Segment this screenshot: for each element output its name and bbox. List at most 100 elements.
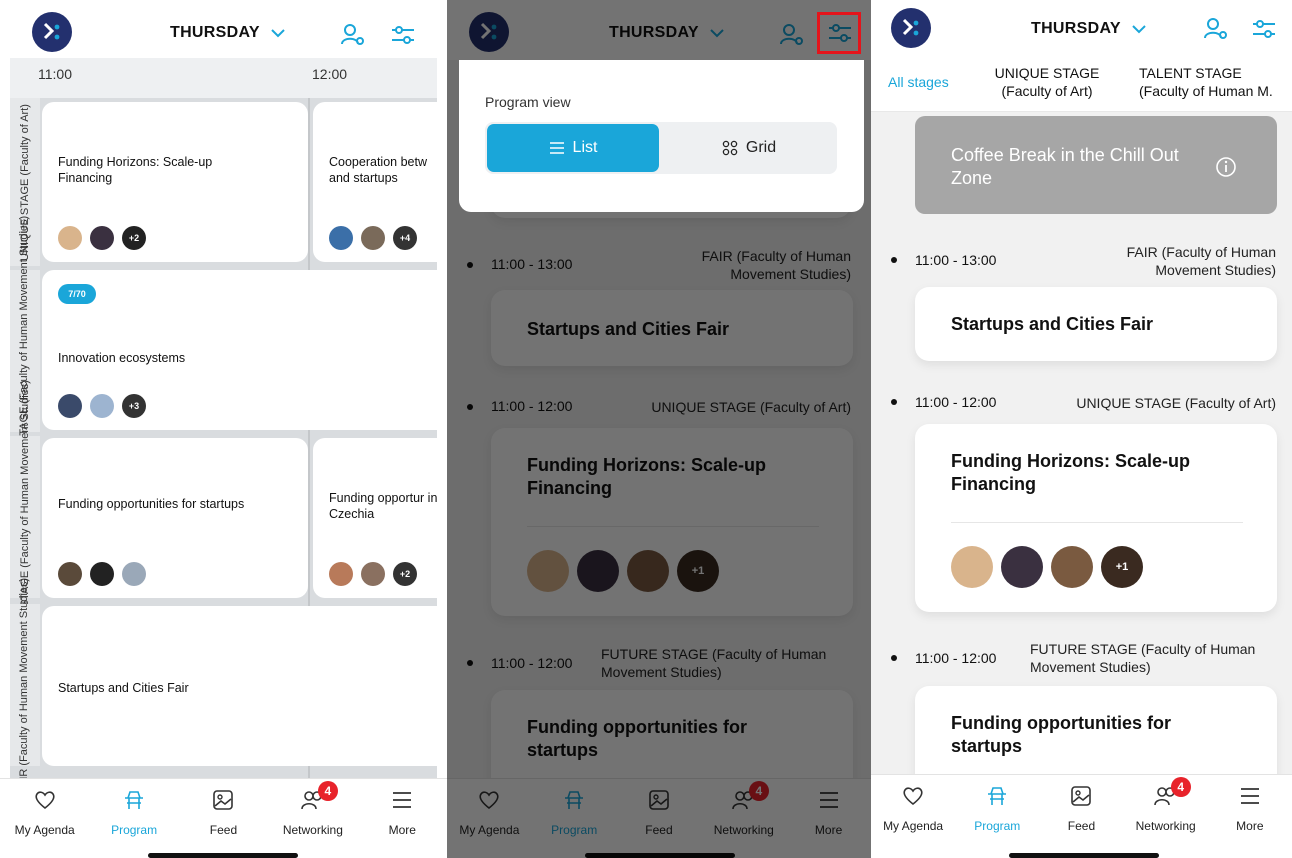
program-view-label: Program view [485, 94, 571, 110]
nav-feed[interactable]: Feed [183, 787, 263, 858]
nav-my-agenda[interactable]: My Agenda [873, 783, 953, 858]
view-toggle: List Grid [485, 122, 837, 174]
heart-icon [900, 783, 926, 809]
header: THURSDAY [871, 0, 1292, 54]
stage-label: FAIR (Faculty of Human Movement Studies) [10, 577, 40, 793]
avatar [329, 226, 353, 250]
divider [951, 522, 1243, 523]
session-time: 11:00 - 13:00 [915, 252, 997, 268]
avatar-more: +2 [122, 226, 146, 250]
person-settings-icon [341, 24, 364, 45]
session-card[interactable]: Startups and Cities Fair [915, 287, 1277, 361]
day-label: THURSDAY [170, 24, 260, 41]
session-card[interactable]: 7/70 Innovation ecosystems +3 [42, 270, 447, 430]
session-title: Funding Horizons: Scale-up Financing [58, 155, 213, 185]
tab-all-stages[interactable]: All stages [888, 73, 949, 91]
sliders-icon [392, 26, 414, 44]
tab-talent-stage[interactable]: TALENT STAGE (Faculty of Human M. [1139, 64, 1289, 100]
nav-label: Feed [1067, 819, 1096, 833]
avatar [58, 226, 82, 250]
menu-icon [389, 787, 415, 813]
speaker-filter-button[interactable] [1201, 14, 1231, 44]
session-title: Cooperation betw and startups [329, 155, 427, 185]
speaker-avatars: +4 [329, 226, 417, 250]
grid-view-button[interactable]: Grid [663, 124, 835, 172]
view-settings-button[interactable] [388, 20, 418, 50]
avatar [361, 226, 385, 250]
bottom-nav: My Agenda Program Feed 4 Networking More [871, 774, 1292, 858]
nav-label: Feed [209, 823, 238, 837]
nav-label: Networking [282, 823, 343, 837]
chevron-down-icon [271, 29, 285, 38]
app-logo[interactable] [32, 12, 72, 52]
stage-tabs: All stages UNIQUE STAGE (Faculty of Art)… [871, 52, 1292, 112]
session-card[interactable]: Startups and Cities Fair [42, 606, 447, 766]
time-label: 12:00 [312, 66, 348, 82]
day-selector[interactable]: THURSDAY [170, 24, 286, 42]
nav-program[interactable]: Program [957, 783, 1037, 858]
schedule-grid[interactable]: UNIQUE STAGE (Faculty of Art) TALENT STA… [10, 98, 447, 793]
home-indicator [148, 853, 298, 858]
avatar-more: +1 [1101, 546, 1143, 588]
nav-label: Networking [1135, 819, 1196, 833]
session-title: Funding opportunities for startups [58, 497, 245, 511]
session-time: 11:00 - 12:00 [915, 650, 997, 666]
timeline-dot [891, 655, 897, 661]
speaker-avatars: +2 [329, 562, 417, 586]
nav-label: My Agenda [14, 823, 75, 837]
nav-label: Program [111, 823, 158, 837]
logo-mark-icon [43, 22, 60, 40]
app-logo[interactable] [891, 8, 931, 48]
break-card[interactable]: Coffee Break in the Chill Out Zone [915, 116, 1277, 214]
session-title: Startups and Cities Fair [951, 314, 1154, 334]
nav-networking[interactable]: 4 Networking [273, 781, 353, 858]
session-title: Startups and Cities Fair [58, 681, 189, 695]
time-axis: 11:00 12:00 [10, 58, 437, 98]
image-icon [210, 787, 236, 813]
program-view-screen: 11:00 - 13:00 FAIR (Faculty of Human Mov… [447, 0, 871, 858]
person-settings-icon [1204, 18, 1227, 39]
program-view-popup: Program view List Grid [459, 60, 864, 212]
speaker-filter-button[interactable] [338, 20, 368, 50]
break-title: Coffee Break in the Chill Out Zone [951, 145, 1179, 188]
list-label: List [572, 139, 598, 156]
sliders-icon [1253, 20, 1275, 38]
nav-program[interactable]: Program [94, 787, 174, 858]
session-card[interactable]: Funding opportur in Czechia +2 [313, 438, 443, 598]
stage-label: FUTURE STAGE (Faculty of Human Movement … [10, 380, 40, 654]
grid-icon [722, 140, 738, 156]
header: THURSDAY [0, 0, 447, 60]
avatar-more: +2 [393, 562, 417, 586]
tab-unique-stage[interactable]: UNIQUE STAGE (Faculty of Art) [989, 64, 1105, 100]
nav-more[interactable]: More [362, 787, 442, 858]
day-selector[interactable]: THURSDAY [1031, 20, 1147, 38]
notification-badge: 4 [1170, 777, 1191, 797]
people-icon: 4 [1153, 777, 1191, 809]
session-stage: FAIR (Faculty of Human Movement Studies) [1126, 244, 1276, 278]
menu-icon [1237, 783, 1263, 809]
home-indicator [1009, 853, 1159, 858]
nav-my-agenda[interactable]: My Agenda [5, 787, 85, 858]
speaker-avatars: +3 [58, 394, 146, 418]
nav-label: More [1236, 819, 1264, 833]
session-card[interactable]: Funding Horizons: Scale-up Financing +2 [42, 102, 308, 262]
session-card[interactable]: Funding Horizons: Scale-up Financing +1 [915, 424, 1277, 612]
view-settings-button[interactable] [1249, 14, 1279, 44]
session-title: Funding opportur in Czechia [329, 491, 438, 521]
time-label: 11:00 [38, 66, 72, 82]
session-card[interactable]: Funding opportunities for startups [42, 438, 308, 598]
nav-networking[interactable]: 4 Networking [1126, 777, 1206, 858]
grid-label: Grid [745, 139, 777, 156]
info-icon[interactable] [1215, 156, 1237, 178]
avatar [90, 394, 114, 418]
nav-more[interactable]: More [1210, 783, 1290, 858]
list-view-button[interactable]: List [487, 124, 659, 172]
stage-icon [984, 783, 1010, 809]
avatar [1001, 546, 1043, 588]
nav-label: Program [974, 819, 1021, 833]
avatar [361, 562, 385, 586]
nav-feed[interactable]: Feed [1041, 783, 1121, 858]
session-card[interactable]: Cooperation betw and startups +4 [313, 102, 443, 262]
speaker-avatars [58, 562, 146, 586]
avatar [1051, 546, 1093, 588]
